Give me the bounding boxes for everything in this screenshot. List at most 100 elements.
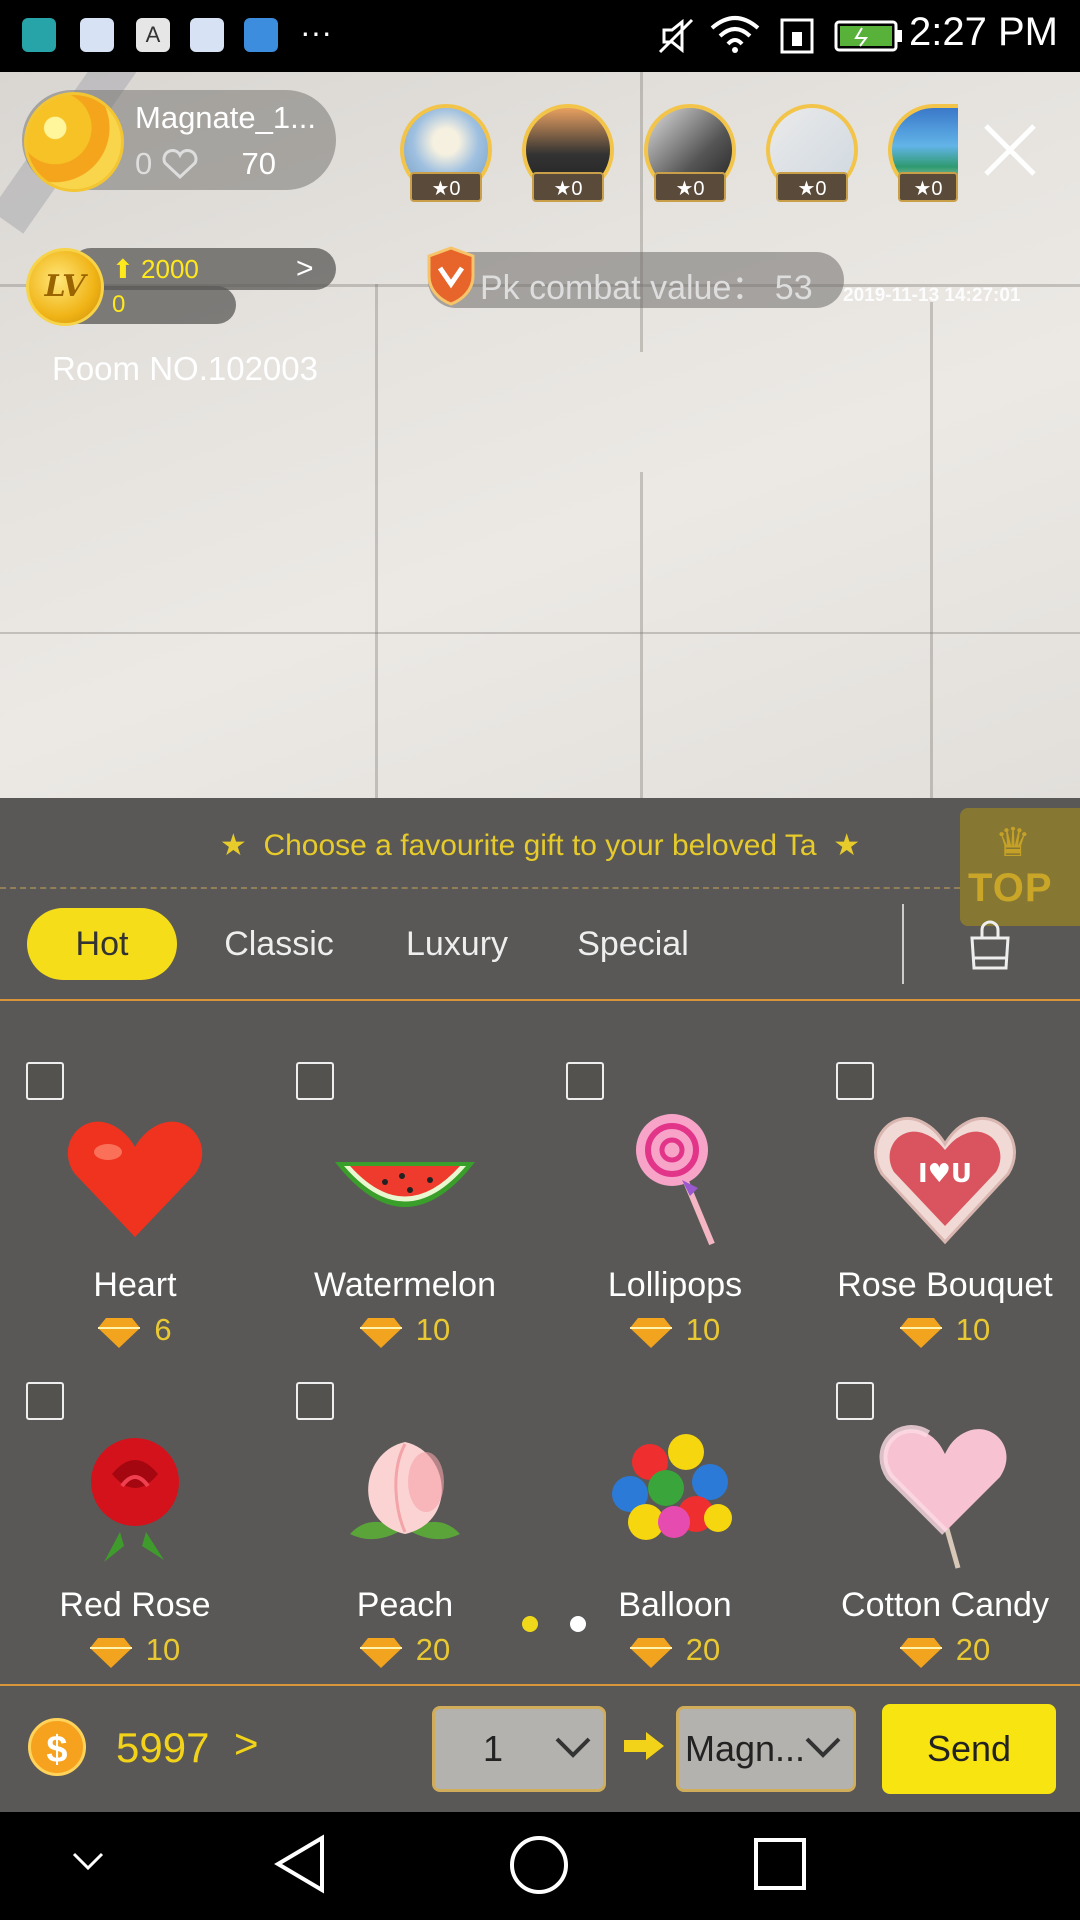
diamond-icon — [359, 1637, 402, 1668]
tab-luxury[interactable]: Luxury — [382, 908, 532, 980]
android-app-icon — [22, 18, 56, 52]
chevron-right-icon[interactable]: > — [296, 252, 314, 286]
baidu-app-icon — [80, 18, 114, 52]
wifi-icon — [710, 16, 760, 53]
viewer-badge: ★0 — [654, 172, 726, 202]
gift-name: Heart — [93, 1266, 177, 1304]
peach-icon — [350, 1442, 460, 1540]
crown-icon: ♛ — [995, 821, 1031, 865]
gift-effect-tag-icon — [296, 1062, 334, 1100]
gift-effect-tag-icon — [296, 1382, 334, 1420]
gift-price: 20 — [810, 1632, 1080, 1668]
gift-name: Watermelon — [313, 1266, 497, 1304]
gift-item[interactable]: Peach 20 — [270, 1360, 540, 1678]
wall-line — [0, 632, 1080, 634]
coin-icon: $ — [28, 1718, 86, 1776]
nav-collapse-icon[interactable] — [70, 1850, 106, 1874]
tab-classic[interactable]: Classic — [204, 908, 354, 980]
page-indicator-dot[interactable] — [570, 1616, 586, 1632]
gift-price: 10 — [0, 1632, 270, 1668]
star-icon: ★ — [833, 829, 861, 862]
tab-special[interactable]: Special — [558, 908, 708, 980]
send-button[interactable]: Send — [882, 1704, 1056, 1794]
gift-name: Rose Bouquet — [837, 1266, 1053, 1304]
rose-bouquet-icon: I♥U — [874, 1116, 1016, 1245]
host-avatar[interactable] — [24, 92, 124, 192]
diamond-icon — [899, 1637, 942, 1668]
shopping-bag-icon[interactable] — [966, 916, 1014, 972]
battery-icon — [834, 20, 902, 52]
gift-name: Lollipops — [607, 1266, 743, 1304]
status-bar: A ··· 2:27 PM — [0, 0, 1080, 72]
wall-line — [930, 302, 933, 798]
viewer-badge: ★0 — [776, 172, 848, 202]
top-label: TOP — [968, 866, 1053, 910]
chevron-down-icon — [555, 1737, 591, 1758]
gift-effect-tag-icon — [26, 1062, 64, 1100]
recipient-value: Magn... — [685, 1728, 805, 1769]
level-current-value: 0 — [112, 291, 126, 318]
font-app-icon: A — [136, 18, 170, 52]
lollipop-icon — [636, 1114, 715, 1246]
recipient-select[interactable]: Magn... — [676, 1706, 856, 1792]
divider — [0, 887, 960, 889]
navigation-bar — [0, 1812, 1080, 1920]
diamond-icon — [899, 1317, 942, 1348]
gift-price: 20 — [540, 1632, 810, 1668]
divider — [0, 1684, 1080, 1686]
gift-item[interactable]: Lollipops 10 — [540, 1040, 810, 1358]
host-name: Magnate_1... — [135, 100, 316, 135]
chevron-down-icon — [805, 1737, 841, 1758]
wall-line — [640, 472, 643, 798]
gift-price: 20 — [270, 1632, 540, 1668]
gift-hint: ★ Choose a favourite gift to your belove… — [219, 829, 861, 862]
coin-balance[interactable]: 5997 — [116, 1724, 209, 1772]
tab-hot[interactable]: Hot — [27, 908, 177, 980]
telegram-app-icon — [244, 18, 278, 52]
heart-outline-icon — [162, 148, 198, 179]
gift-effect-tag-icon — [836, 1062, 874, 1100]
sim-icon — [780, 18, 814, 54]
home-icon[interactable] — [508, 1834, 570, 1896]
pk-combat-value: Pk combat value： 53 — [480, 269, 813, 307]
room-number: Room NO.102003 — [52, 350, 318, 387]
divider — [902, 904, 904, 984]
arrow-up-icon: ⬆ — [112, 254, 134, 284]
diamond-icon — [89, 1637, 132, 1668]
back-icon[interactable] — [272, 1834, 328, 1894]
quantity-value: 1 — [483, 1728, 504, 1769]
baidu-app-icon-2 — [190, 18, 224, 52]
diamond-icon — [629, 1317, 672, 1348]
gift-item[interactable]: Red Rose 10 — [0, 1360, 270, 1678]
chevron-right-icon[interactable]: > — [234, 1720, 259, 1768]
page-indicator-dot-active[interactable] — [522, 1616, 538, 1632]
gift-price: 6 — [0, 1312, 270, 1348]
close-icon[interactable] — [978, 118, 1042, 182]
gift-price: 10 — [270, 1312, 540, 1348]
gift-item[interactable]: Watermelon 10 — [270, 1040, 540, 1358]
gift-price: 10 — [540, 1312, 810, 1348]
watermelon-icon — [335, 1162, 475, 1207]
host-stats: 0 70 — [135, 146, 276, 183]
timestamp: 2019-11-13 14:27:01 — [843, 285, 1021, 306]
gift-item[interactable]: I♥U Rose Bouquet 10 — [810, 1040, 1080, 1358]
gift-effect-tag-icon — [26, 1382, 64, 1420]
gift-name: Red Rose — [59, 1586, 211, 1624]
gift-item[interactable]: Cotton Candy 20 — [810, 1360, 1080, 1678]
mute-icon — [658, 18, 694, 54]
gift-item[interactable]: Heart 6 — [0, 1040, 270, 1358]
red-rose-icon — [91, 1438, 179, 1562]
wall-line — [640, 72, 643, 352]
balloon-icon — [612, 1434, 732, 1540]
quantity-select[interactable]: 1 — [432, 1706, 606, 1792]
diamond-icon — [629, 1637, 672, 1668]
svg-text:I♥U: I♥U — [918, 1159, 972, 1189]
shield-icon — [427, 246, 475, 306]
recents-icon[interactable] — [752, 1836, 808, 1892]
viewer-badge: ★0 — [898, 172, 958, 202]
gift-name: Peach — [356, 1586, 454, 1624]
gift-price: 10 — [810, 1312, 1080, 1348]
level-badge-icon: LV — [26, 248, 104, 326]
arrow-right-icon — [624, 1732, 664, 1760]
divider — [0, 999, 1080, 1001]
